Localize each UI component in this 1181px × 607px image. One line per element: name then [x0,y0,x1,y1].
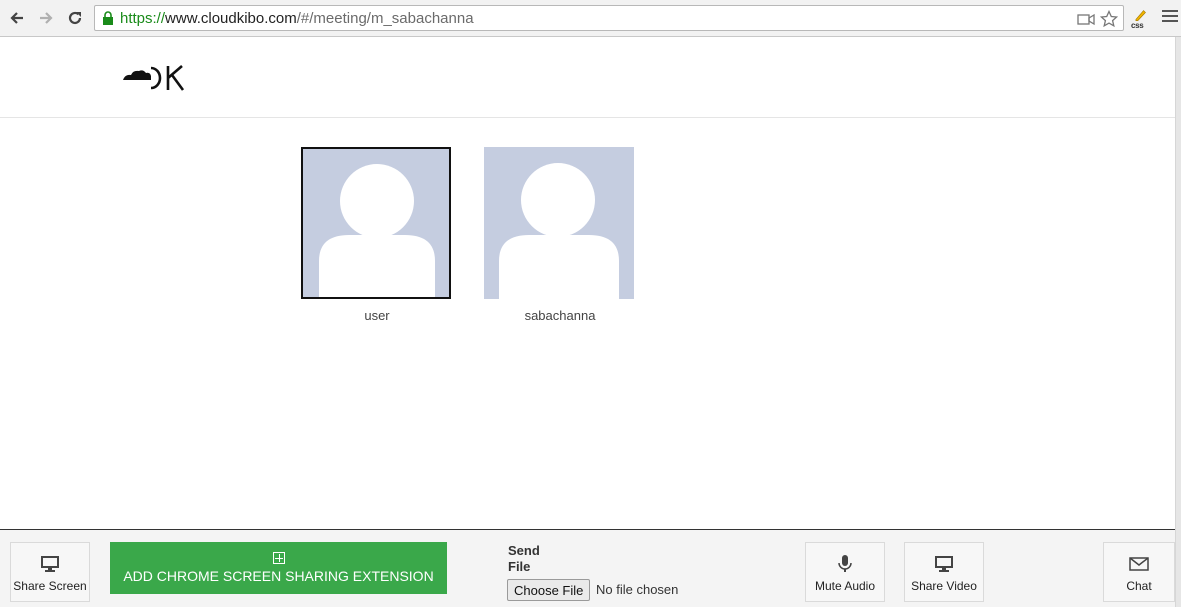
page-scrollbar[interactable] [1175,37,1181,607]
forward-button[interactable] [35,7,57,29]
css-extension-label: css [1131,21,1144,30]
no-file-status: No file chosen [596,582,679,597]
add-extension-label: ADD CHROME SCREEN SHARING EXTENSION [123,568,434,584]
page-header [0,38,1175,118]
add-extension-button[interactable]: ADD CHROME SCREEN SHARING EXTENSION [110,542,447,594]
cloudkibo-logo[interactable] [122,60,194,94]
lock-icon [103,11,113,25]
reload-button[interactable] [64,7,86,29]
send-file-label: Send File [508,543,540,574]
bookmark-star-icon[interactable] [1100,10,1118,28]
monitor-icon [41,556,59,572]
back-arrow-icon [10,12,23,24]
meeting-toolbar: Share Screen ADD CHROME SCREEN SHARING E… [0,529,1175,607]
browser-menu-icon[interactable] [1162,10,1178,24]
share-video-button[interactable]: Share Video [904,542,984,602]
participant-user[interactable]: user [301,147,453,323]
back-button[interactable] [6,7,28,29]
choose-file-button[interactable]: Choose File [507,579,591,601]
share-screen-button[interactable]: Share Screen [10,542,90,602]
avatar [301,147,451,299]
url-scheme: https:// [120,10,166,27]
default-avatar-icon [319,164,435,297]
participant-sabachanna[interactable]: sabachanna [484,147,636,323]
pencil-icon [1135,10,1146,22]
default-avatar-icon [499,163,619,299]
url-host: www.cloudkibo.com [165,10,297,27]
camera-blocked-icon[interactable] [1077,10,1095,28]
plus-square-icon [272,552,285,564]
participant-name: sabachanna [524,308,596,323]
chat-label: Chat [1126,579,1152,593]
url-path: /#/meeting/m_sabachanna [296,10,474,27]
share-video-label: Share Video [911,579,977,593]
participant-name: user [364,308,390,323]
share-screen-label: Share Screen [13,579,87,593]
envelope-icon [1129,557,1149,571]
monitor-icon [935,556,953,572]
microphone-icon [838,555,852,572]
reload-icon [68,11,82,25]
address-bar[interactable]: https://www.cloudkibo.com/#/meeting/m_sa… [94,5,1124,31]
chat-button[interactable]: Chat [1103,542,1175,602]
forward-arrow-icon [40,12,53,24]
url-text: https://www.cloudkibo.com/#/meeting/m_sa… [120,10,474,27]
mute-audio-label: Mute Audio [814,579,876,593]
browser-toolbar: https://www.cloudkibo.com/#/meeting/m_sa… [0,0,1181,37]
css-extension-icon[interactable]: css [1130,8,1152,30]
mute-audio-button[interactable]: Mute Audio [805,542,885,602]
cloudkibo-logo-mark [123,65,185,91]
avatar [484,147,634,299]
